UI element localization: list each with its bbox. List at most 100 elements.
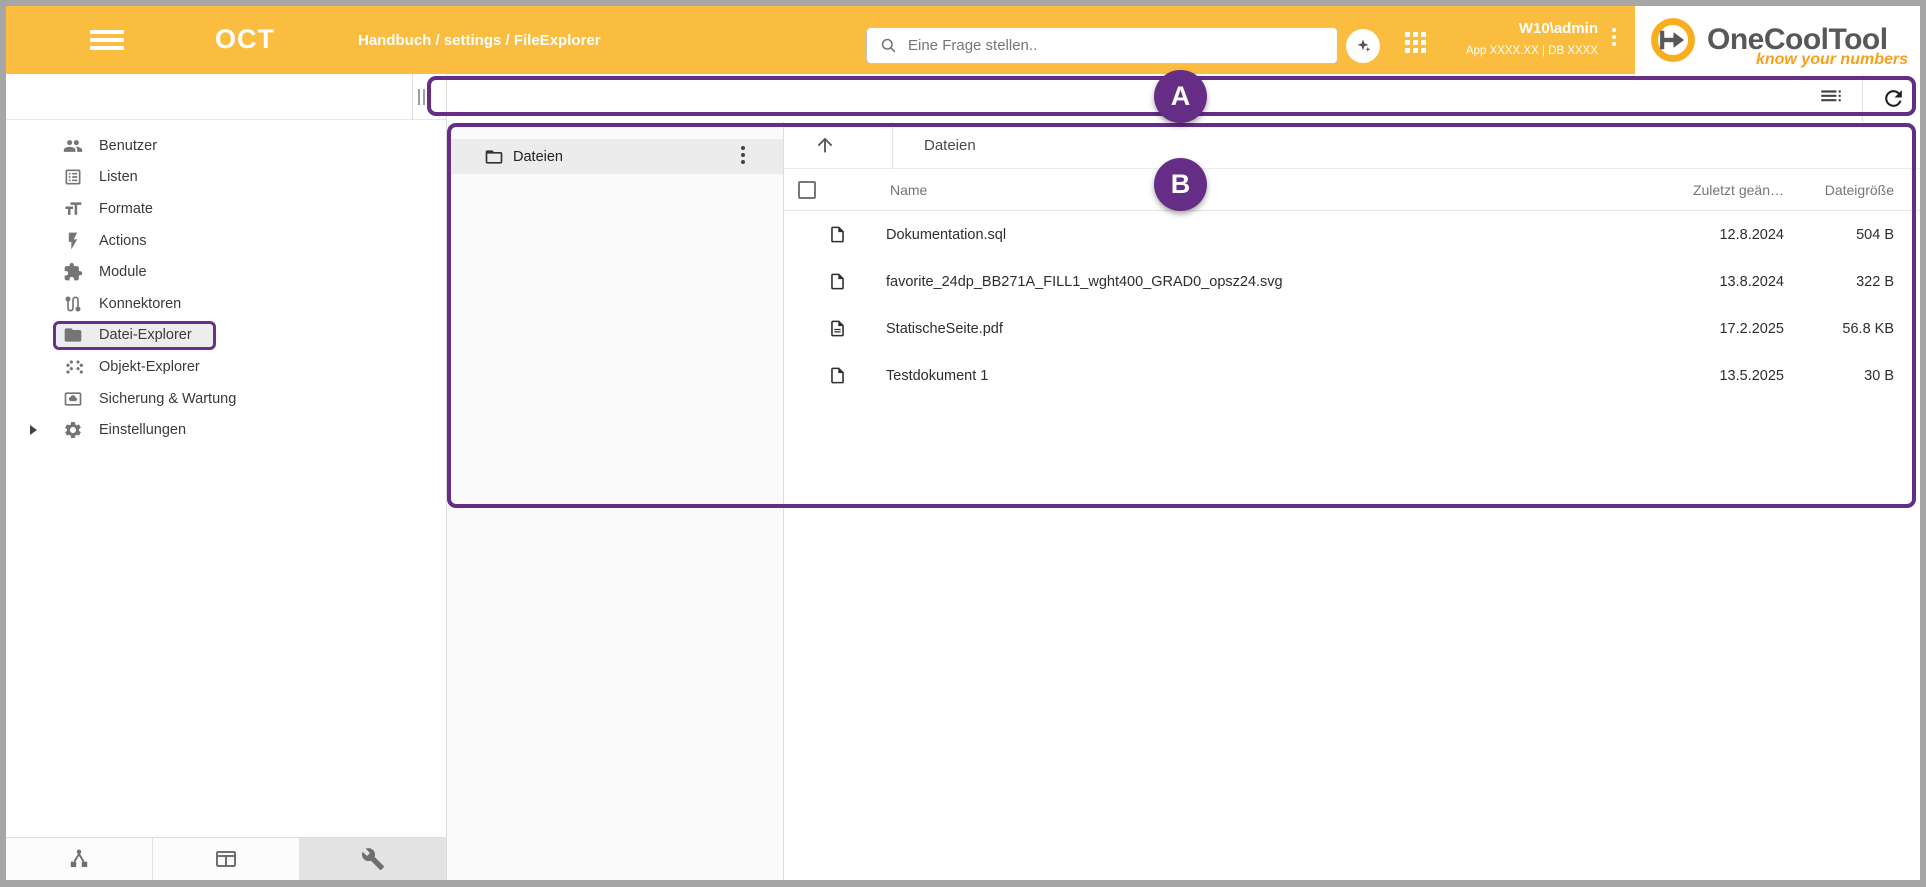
file-explorer-content: Dateien Dateien Name Zuletzt geän… Dat: [447, 122, 1920, 880]
grid-dots-icon: [63, 357, 83, 377]
folder-tree-panel: Dateien: [447, 122, 784, 880]
column-header-name[interactable]: Name: [890, 182, 927, 198]
sidebar-item-label: Sicherung & Wartung: [99, 391, 236, 407]
current-folder-label: Dateien: [924, 122, 976, 169]
file-icon: [828, 272, 847, 291]
sidebar-item-einstellungen[interactable]: Einstellungen: [6, 414, 446, 446]
sidebar: Benutzer Listen Formate Actions Module K…: [6, 74, 447, 880]
file-row[interactable]: favorite_24dp_BB271A_FILL1_wght400_GRAD0…: [784, 258, 1920, 305]
sidebar-item-listen[interactable]: Listen: [6, 162, 446, 194]
hamburger-menu-icon[interactable]: [90, 30, 124, 50]
user-block[interactable]: W10\admin App XXXX.XX | DB XXXX: [1466, 20, 1598, 57]
sidebar-item-label: Einstellungen: [99, 422, 186, 438]
breadcrumb: Handbuch / settings / FileExplorer: [358, 32, 601, 49]
sidebar-item-benutzer[interactable]: Benutzer: [6, 130, 446, 162]
logo-tagline: know your numbers: [1756, 51, 1908, 69]
sidebar-item-actions[interactable]: Actions: [6, 225, 446, 257]
file-table-header: Name Zuletzt geän… Dateigröße: [784, 169, 1920, 211]
file-table-body: Dokumentation.sql 12.8.2024 504 B favori…: [784, 211, 1920, 399]
tab-hierarchy[interactable]: [6, 838, 153, 880]
file-name: Testdokument 1: [886, 368, 988, 384]
onecooltool-logo-mark-icon: [1649, 16, 1697, 64]
tab-tools[interactable]: [300, 838, 446, 880]
file-modified-date: 13.5.2025: [1649, 368, 1784, 384]
file-size: 504 B: [1784, 227, 1894, 243]
file-list-panel: Dateien Name Zuletzt geän… Dateigröße Do…: [784, 122, 1920, 880]
expand-arrow-icon[interactable]: [30, 425, 37, 435]
app-header: OCT Handbuch / settings / FileExplorer W…: [6, 6, 1920, 74]
file-icon: [828, 366, 847, 385]
sidebar-bottom-tabbar: [6, 837, 446, 880]
divider: [412, 74, 413, 120]
tree-item-dateien[interactable]: Dateien: [447, 139, 783, 174]
file-modified-date: 17.2.2025: [1649, 321, 1784, 337]
annotation-marker-b: B: [1154, 158, 1207, 211]
file-pdf-icon: [828, 319, 847, 338]
question-search[interactable]: [866, 27, 1338, 64]
sidebar-nav-list: Benutzer Listen Formate Actions Module K…: [6, 130, 446, 446]
file-icon: [828, 225, 847, 244]
select-all-checkbox[interactable]: [798, 181, 816, 199]
folder-icon: [63, 325, 83, 345]
sidebar-item-objekt-explorer[interactable]: Objekt-Explorer: [6, 351, 446, 383]
ai-assistant-button[interactable]: [1346, 29, 1380, 63]
app-window: OCT Handbuch / settings / FileExplorer W…: [6, 6, 1920, 880]
search-icon: [879, 36, 898, 55]
arrow-up-icon[interactable]: [814, 134, 836, 156]
annotation-marker-a: A: [1154, 70, 1207, 123]
sidebar-item-konnektoren[interactable]: Konnektoren: [6, 288, 446, 320]
gear-icon: [63, 420, 83, 440]
divider: [1862, 74, 1863, 122]
route-icon: [63, 294, 83, 314]
hierarchy-icon: [67, 847, 91, 871]
app-title: OCT: [215, 24, 275, 55]
file-size: 56.8 KB: [1784, 321, 1894, 337]
refresh-icon[interactable]: [1881, 86, 1906, 111]
panel-resize-handle-icon[interactable]: [418, 89, 425, 105]
sidebar-item-sicherung-wartung[interactable]: Sicherung & Wartung: [6, 383, 446, 415]
app-db-version: App XXXX.XX | DB XXXX: [1466, 45, 1598, 57]
format-icon: [63, 199, 83, 219]
toolbar-right-group: [1818, 74, 1920, 122]
tab-cards[interactable]: [153, 838, 300, 880]
column-header-modified[interactable]: Zuletzt geän…: [1649, 182, 1784, 198]
sidebar-item-label: Benutzer: [99, 138, 157, 154]
file-row[interactable]: Dokumentation.sql 12.8.2024 504 B: [784, 211, 1920, 258]
sidebar-item-label: Actions: [99, 233, 147, 249]
file-name: Dokumentation.sql: [886, 227, 1006, 243]
sidebar-item-datei-explorer[interactable]: Datei-Explorer: [53, 321, 216, 350]
file-name: favorite_24dp_BB271A_FILL1_wght400_GRAD0…: [886, 274, 1283, 290]
file-row[interactable]: StatischeSeite.pdf 17.2.2025 56.8 KB: [784, 305, 1920, 352]
card-icon: [214, 847, 238, 871]
folder-outline-icon: [484, 147, 504, 167]
sparkle-icon: [1353, 36, 1373, 56]
user-kebab-menu-icon[interactable]: [1612, 28, 1616, 49]
tree-item-kebab-menu-icon[interactable]: [741, 146, 745, 167]
sidebar-item-label: Listen: [99, 169, 138, 185]
file-row[interactable]: Testdokument 1 13.5.2025 30 B: [784, 352, 1920, 399]
flash-icon: [63, 231, 83, 251]
brand-logo: OneCoolTool know your numbers: [1635, 6, 1920, 74]
search-input[interactable]: [908, 37, 1337, 54]
sidebar-item-label: Objekt-Explorer: [99, 359, 200, 375]
sidebar-item-label: Formate: [99, 201, 153, 217]
users-icon: [63, 136, 83, 156]
sidebar-item-label: Konnektoren: [99, 296, 181, 312]
file-modified-date: 12.8.2024: [1649, 227, 1784, 243]
view-list-icon[interactable]: [1818, 85, 1844, 111]
path-bar: Dateien: [784, 122, 1920, 169]
sidebar-item-label: Datei-Explorer: [99, 327, 192, 343]
puzzle-icon: [63, 262, 83, 282]
backup-icon: [63, 389, 83, 409]
apps-grid-icon[interactable]: [1405, 32, 1426, 53]
sidebar-item-module[interactable]: Module: [6, 256, 446, 288]
file-size: 322 B: [1784, 274, 1894, 290]
list-icon: [63, 167, 83, 187]
column-header-size[interactable]: Dateigröße: [1784, 182, 1894, 198]
screenshot-frame: OCT Handbuch / settings / FileExplorer W…: [0, 0, 1926, 887]
sidebar-item-formate[interactable]: Formate: [6, 193, 446, 225]
file-size: 30 B: [1784, 368, 1894, 384]
file-modified-date: 13.8.2024: [1649, 274, 1784, 290]
user-name: W10\admin: [1466, 20, 1598, 37]
tree-item-label: Dateien: [513, 149, 563, 165]
